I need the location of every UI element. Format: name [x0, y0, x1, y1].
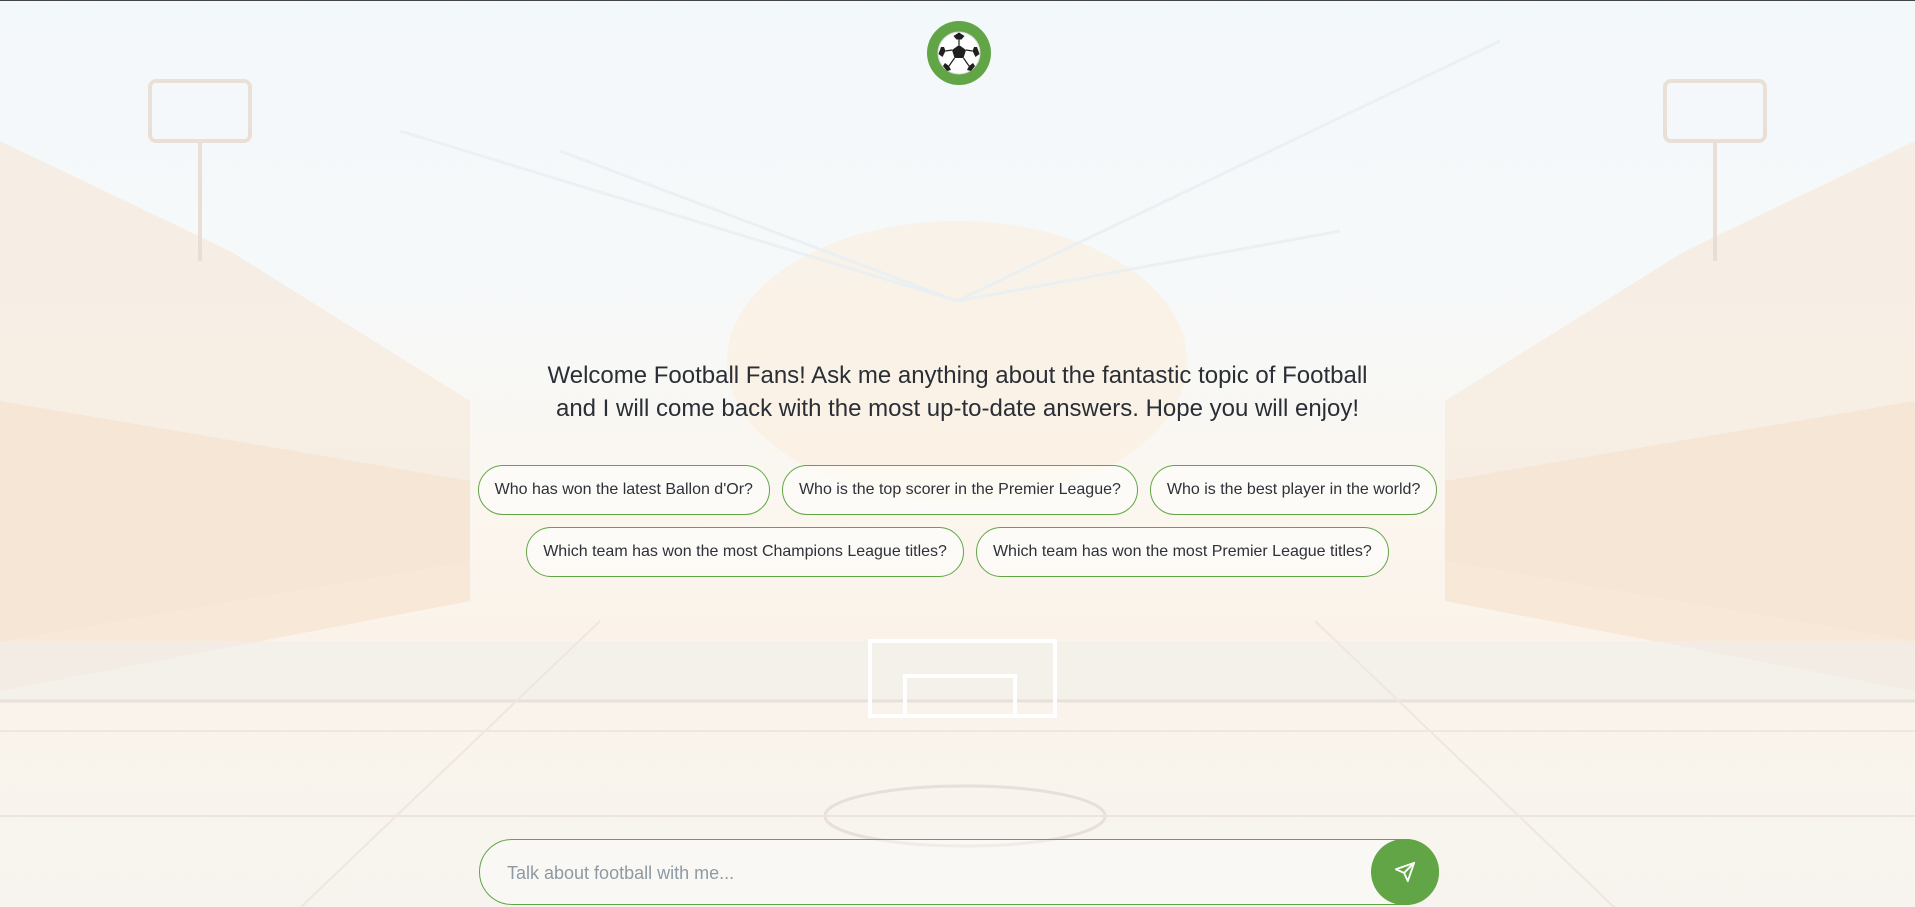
welcome-line-1: Welcome Football Fans! Ask me anything a…	[547, 362, 1368, 389]
suggestion-chips: Who has won the latest Ballon d'Or? Who …	[440, 465, 1475, 577]
send-icon	[1394, 861, 1416, 883]
suggestion-chip-premier-league[interactable]: Which team has won the most Premier Leag…	[975, 527, 1389, 577]
soccer-ball-icon	[937, 31, 981, 75]
suggestion-chip-champions-league[interactable]: Which team has won the most Champions Le…	[526, 527, 964, 577]
welcome-line-2: and I will come back with the most up-to…	[555, 395, 1360, 422]
suggestion-chip-ballon-dor[interactable]: Who has won the latest Ballon d'Or?	[477, 465, 770, 515]
suggestion-chip-best-player[interactable]: Who is the best player in the world?	[1149, 465, 1438, 515]
suggestion-chip-top-scorer[interactable]: Who is the top scorer in the Premier Lea…	[781, 465, 1138, 515]
stadium-background	[0, 39, 1915, 907]
app-logo	[927, 21, 991, 85]
chat-input[interactable]	[505, 840, 1329, 906]
send-button[interactable]	[1371, 839, 1439, 905]
welcome-message: Welcome Football Fans! Ask me anything a…	[500, 359, 1415, 425]
chat-composer	[479, 839, 1439, 906]
